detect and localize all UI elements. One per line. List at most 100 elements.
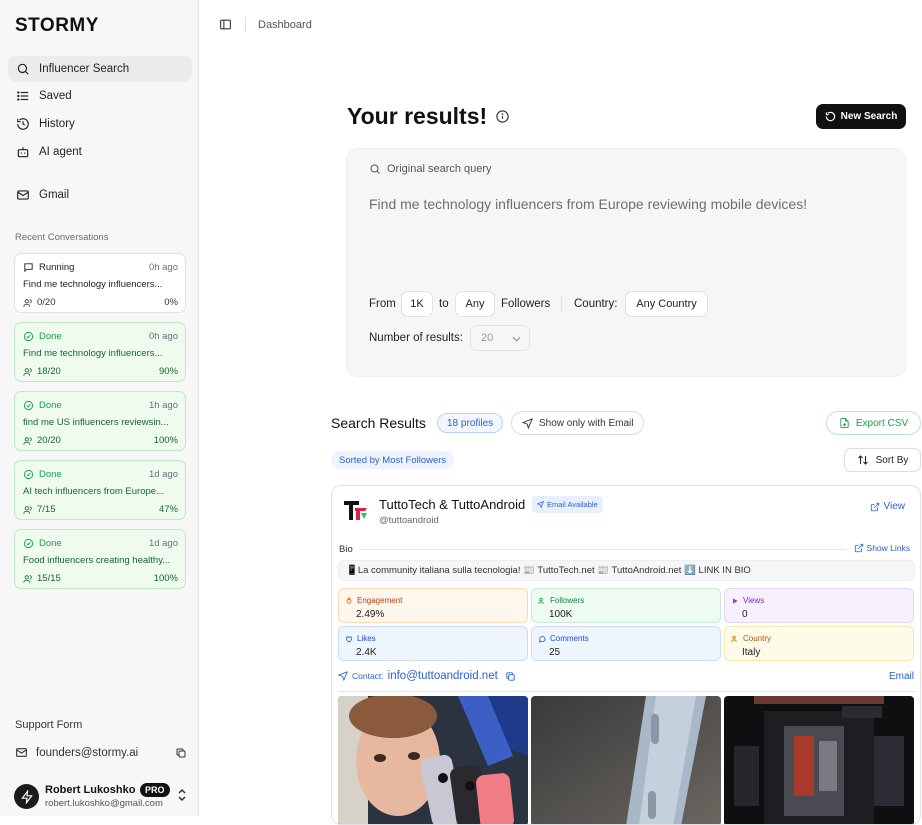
to-input[interactable]: Any [455,291,495,317]
to-label: to [439,298,449,310]
conversation-card[interactable]: Running 0h ago Find me technology influe… [14,253,186,313]
conversation-query: Find me technology influencers... [23,348,163,359]
nav-history[interactable]: History [8,111,192,137]
conversation-query: Find me technology influencers... [23,279,163,290]
mail-icon [15,746,28,759]
nav-gmail[interactable]: Gmail [8,182,192,208]
status-text: Done [39,331,62,342]
email-link[interactable]: Email [889,671,914,682]
email-available-badge: Email Available [532,496,603,513]
from-input[interactable]: 1K [401,291,433,317]
profile-name[interactable]: TuttoTech & TuttoAndroid [379,497,525,512]
nav-influencer-search[interactable]: Influencer Search [8,56,192,82]
stat-label: Followers [538,596,584,605]
conversation-query: find me US influencers reviewsin... [23,417,169,428]
contact-row: Contact: info@tuttoandroid.net [338,670,516,682]
send-icon [338,671,348,681]
sidebar: STORMY Influencer Search Saved History A… [0,0,199,816]
conversation-card[interactable]: Done 0h ago Find me technology influence… [14,322,186,382]
chat-icon [24,263,33,273]
post-thumbnail[interactable] [338,696,528,824]
flame-icon [346,596,352,604]
profile-handle: @tuttoandroid [379,515,439,526]
chevron-up-down-icon [177,788,187,807]
stat-label: Comments [538,634,589,643]
support-email-row: founders@stormy.ai [15,746,187,759]
new-search-button[interactable]: New Search [816,104,906,129]
nav-ai-agent[interactable]: AI agent [8,139,192,165]
app-logo[interactable]: STORMY [15,15,99,37]
avatar [14,784,39,809]
plan-badge: PRO [140,783,170,797]
stat-label-text: Country [743,634,772,643]
user-menu[interactable]: Robert Lukoshko PRO robert.lukoshko@gmai… [14,783,189,813]
search-icon [370,164,380,174]
stat-views: Views 0 [724,588,914,623]
profile-card: TuttoTech & TuttoAndroid Email Available… [331,485,921,825]
stat-value: Italy [742,647,761,658]
show-links-label: Show Links [866,543,910,553]
send-icon [537,501,544,508]
nav-label: Saved [39,90,72,102]
status-text: Done [39,538,62,549]
conversation-card[interactable]: Done 1d ago Food influencers creating he… [14,529,186,589]
page-title: Your results! [347,103,488,129]
stat-likes: Likes 2.4K [338,626,528,661]
play-icon [733,597,738,604]
support-email: founders@stormy.ai [36,746,139,759]
stat-followers: Followers 100K [531,588,721,623]
stat-label-text: Engagement [357,596,403,605]
check-circle-icon [23,469,34,480]
external-link-icon [854,543,863,553]
stat-value: 2.49% [356,609,385,620]
post-thumbnail[interactable] [724,696,914,824]
user-email: robert.lukoshko@gmail.com [45,798,163,809]
count-text: 7/15 [37,504,56,515]
number-of-results-select[interactable]: 20 [470,325,530,351]
email-filter-button[interactable]: Show only with Email [511,411,645,435]
mail-icon [16,188,30,202]
send-icon [522,417,533,429]
conversation-time: 1d ago [148,538,178,549]
show-links-button[interactable]: Show Links [854,543,910,553]
stat-label-text: Views [743,596,765,605]
number-of-results-label: Number of results: [369,332,463,344]
copy-icon[interactable] [505,671,516,682]
conversation-percent: 100% [153,435,178,446]
stat-label: Engagement [345,596,402,605]
conversation-status: Running [23,262,74,273]
recent-conversations-label: Recent Conversations [15,232,109,243]
bio-text: 📱La community italiana sulla tecnologia!… [338,560,915,581]
sort-arrows-icon [857,455,868,465]
file-csv-icon [840,417,849,429]
conversation-card[interactable]: Done 1h ago find me US influencers revie… [14,391,186,451]
email-available-text: Email Available [547,500,598,509]
nav-label: Gmail [39,189,70,201]
conversation-count: 15/15 [23,573,61,584]
stat-country: Country Italy [724,626,914,661]
query-text[interactable]: Find me technology influencers from Euro… [369,196,807,212]
conversation-count: 7/15 [23,504,56,515]
check-circle-icon [23,538,34,549]
stat-label-text: Likes [357,634,376,643]
chevron-down-icon [512,336,521,342]
contact-email[interactable]: info@tuttoandroid.net [388,670,498,682]
export-label: Export CSV [855,417,909,429]
nav-label: AI agent [39,146,82,158]
stat-label: Views [731,596,764,605]
support-form-link[interactable]: Support Form [15,719,82,731]
copy-icon[interactable] [175,747,187,759]
conversation-percent: 100% [153,573,178,584]
post-thumbnail[interactable] [531,696,721,824]
sort-status-badge: Sorted by Most Followers [331,451,455,469]
export-csv-button[interactable]: Export CSV [826,411,921,435]
page-title-row: Your results! [347,103,510,130]
nav-saved[interactable]: Saved [8,83,192,109]
conversation-card[interactable]: Done 1d ago AI tech influencers from Eur… [14,460,186,520]
view-profile-link[interactable]: View [870,501,905,512]
comment-icon [538,635,546,643]
sort-by-button[interactable]: Sort By [844,448,921,472]
country-select[interactable]: Any Country [625,291,708,317]
info-icon[interactable] [495,109,510,124]
status-text: Done [39,400,62,411]
